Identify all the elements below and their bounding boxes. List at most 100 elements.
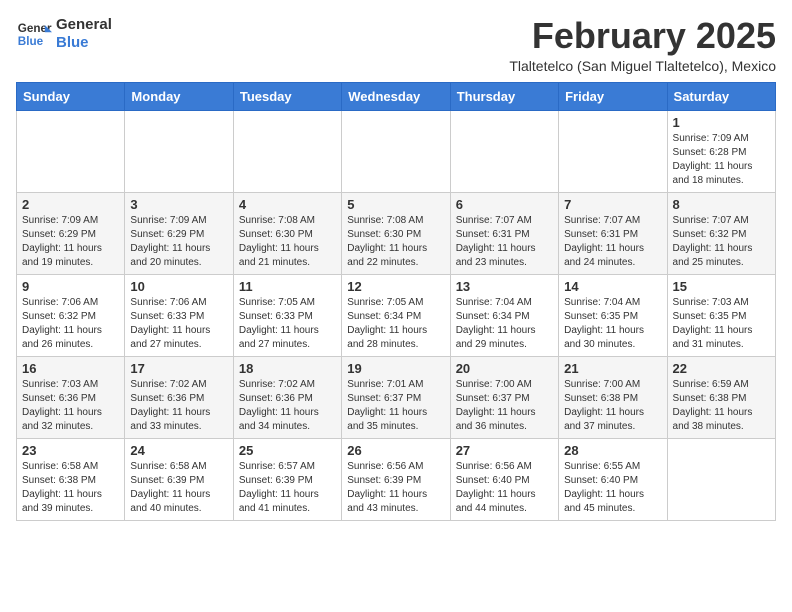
location-subtitle: Tlaltetelco (San Miguel Tlaltetelco), Me… [509,58,776,74]
day-info: Sunrise: 7:02 AM Sunset: 6:36 PM Dayligh… [239,378,336,434]
weekday-header-thursday: Thursday [450,82,558,110]
day-number: 10 [130,279,227,294]
day-number: 23 [22,443,119,458]
day-number: 15 [673,279,770,294]
day-info: Sunrise: 7:05 AM Sunset: 6:33 PM Dayligh… [239,296,336,352]
calendar-cell: 23 Sunrise: 6:58 AM Sunset: 6:38 PM Dayli… [17,438,125,520]
day-number: 21 [564,361,661,376]
calendar-cell: 27 Sunrise: 6:56 AM Sunset: 6:40 PM Dayli… [450,438,558,520]
calendar-cell: 11Sunrise: 7:05 AM Sunset: 6:33 PM Dayli… [233,274,341,356]
day-info: Sunrise: 7:08 AM Sunset: 6:30 PM Dayligh… [347,214,444,270]
calendar-cell: 15 Sunrise: 7:03 AM Sunset: 6:35 PM Dayli… [667,274,775,356]
calendar-cell: 2 Sunrise: 7:09 AM Sunset: 6:29 PM Daylig… [17,192,125,274]
calendar-cell [559,110,667,192]
day-number: 26 [347,443,444,458]
day-number: 16 [22,361,119,376]
day-number: 12 [347,279,444,294]
day-info: Sunrise: 7:04 AM Sunset: 6:34 PM Dayligh… [456,296,553,352]
day-info: Sunrise: 6:56 AM Sunset: 6:40 PM Dayligh… [456,460,553,516]
calendar-cell: 6 Sunrise: 7:07 AM Sunset: 6:31 PM Daylig… [450,192,558,274]
logo-icon: General Blue [16,16,52,52]
weekday-header-tuesday: Tuesday [233,82,341,110]
day-info: Sunrise: 7:09 AM Sunset: 6:29 PM Dayligh… [130,214,227,270]
calendar-cell [342,110,450,192]
calendar-week-row: 1 Sunrise: 7:09 AM Sunset: 6:28 PM Daylig… [17,110,776,192]
day-number: 24 [130,443,227,458]
calendar-cell: 26 Sunrise: 6:56 AM Sunset: 6:39 PM Dayli… [342,438,450,520]
day-info: Sunrise: 7:07 AM Sunset: 6:31 PM Dayligh… [564,214,661,270]
calendar-cell: 3 Sunrise: 7:09 AM Sunset: 6:29 PM Daylig… [125,192,233,274]
calendar-cell: 14Sunrise: 7:04 AM Sunset: 6:35 PM Dayli… [559,274,667,356]
calendar-cell: 21 Sunrise: 7:00 AM Sunset: 6:38 PM Dayli… [559,356,667,438]
day-info: Sunrise: 7:03 AM Sunset: 6:35 PM Dayligh… [673,296,770,352]
calendar-week-row: 9Sunrise: 7:06 AM Sunset: 6:32 PM Daylig… [17,274,776,356]
calendar-cell: 4Sunrise: 7:08 AM Sunset: 6:30 PM Daylig… [233,192,341,274]
day-number: 4 [239,197,336,212]
day-info: Sunrise: 7:06 AM Sunset: 6:33 PM Dayligh… [130,296,227,352]
day-number: 25 [239,443,336,458]
calendar-cell: 24 Sunrise: 6:58 AM Sunset: 6:39 PM Dayli… [125,438,233,520]
day-info: Sunrise: 7:01 AM Sunset: 6:37 PM Dayligh… [347,378,444,434]
calendar-cell: 22 Sunrise: 6:59 AM Sunset: 6:38 PM Dayli… [667,356,775,438]
logo-blue: Blue [56,34,112,52]
calendar-cell [233,110,341,192]
day-number: 3 [130,197,227,212]
day-info: Sunrise: 6:57 AM Sunset: 6:39 PM Dayligh… [239,460,336,516]
day-number: 13 [456,279,553,294]
calendar-cell: 19 Sunrise: 7:01 AM Sunset: 6:37 PM Dayli… [342,356,450,438]
calendar-cell: 18 Sunrise: 7:02 AM Sunset: 6:36 PM Dayli… [233,356,341,438]
calendar-cell: 13 Sunrise: 7:04 AM Sunset: 6:34 PM Dayli… [450,274,558,356]
calendar-cell: 7 Sunrise: 7:07 AM Sunset: 6:31 PM Daylig… [559,192,667,274]
day-info: Sunrise: 7:07 AM Sunset: 6:32 PM Dayligh… [673,214,770,270]
weekday-header-saturday: Saturday [667,82,775,110]
day-number: 1 [673,115,770,130]
calendar-cell: 28Sunrise: 6:55 AM Sunset: 6:40 PM Dayli… [559,438,667,520]
day-info: Sunrise: 6:55 AM Sunset: 6:40 PM Dayligh… [564,460,661,516]
day-info: Sunrise: 7:09 AM Sunset: 6:29 PM Dayligh… [22,214,119,270]
day-number: 27 [456,443,553,458]
day-number: 9 [22,279,119,294]
weekday-header-sunday: Sunday [17,82,125,110]
day-info: Sunrise: 6:58 AM Sunset: 6:39 PM Dayligh… [130,460,227,516]
day-number: 7 [564,197,661,212]
logo: General Blue General Blue [16,16,112,52]
calendar-cell: 5 Sunrise: 7:08 AM Sunset: 6:30 PM Daylig… [342,192,450,274]
calendar-cell: 1 Sunrise: 7:09 AM Sunset: 6:28 PM Daylig… [667,110,775,192]
day-number: 20 [456,361,553,376]
day-number: 5 [347,197,444,212]
day-info: Sunrise: 7:07 AM Sunset: 6:31 PM Dayligh… [456,214,553,270]
day-info: Sunrise: 7:00 AM Sunset: 6:38 PM Dayligh… [564,378,661,434]
day-info: Sunrise: 6:58 AM Sunset: 6:38 PM Dayligh… [22,460,119,516]
day-number: 22 [673,361,770,376]
day-info: Sunrise: 7:03 AM Sunset: 6:36 PM Dayligh… [22,378,119,434]
day-number: 18 [239,361,336,376]
calendar-cell [667,438,775,520]
day-info: Sunrise: 7:05 AM Sunset: 6:34 PM Dayligh… [347,296,444,352]
day-number: 17 [130,361,227,376]
calendar-cell: 16 Sunrise: 7:03 AM Sunset: 6:36 PM Dayli… [17,356,125,438]
calendar-cell: 10 Sunrise: 7:06 AM Sunset: 6:33 PM Dayli… [125,274,233,356]
weekday-header-friday: Friday [559,82,667,110]
day-info: Sunrise: 6:56 AM Sunset: 6:39 PM Dayligh… [347,460,444,516]
day-number: 2 [22,197,119,212]
weekday-header-wednesday: Wednesday [342,82,450,110]
calendar-week-row: 16 Sunrise: 7:03 AM Sunset: 6:36 PM Dayli… [17,356,776,438]
day-info: Sunrise: 7:00 AM Sunset: 6:37 PM Dayligh… [456,378,553,434]
title-block: February 2025 Tlaltetelco (San Miguel Tl… [509,16,776,74]
day-number: 19 [347,361,444,376]
day-info: Sunrise: 6:59 AM Sunset: 6:38 PM Dayligh… [673,378,770,434]
calendar-cell: 8 Sunrise: 7:07 AM Sunset: 6:32 PM Daylig… [667,192,775,274]
logo-general: General [56,16,112,34]
calendar-cell: 25 Sunrise: 6:57 AM Sunset: 6:39 PM Dayli… [233,438,341,520]
weekday-header-monday: Monday [125,82,233,110]
calendar-cell: 9Sunrise: 7:06 AM Sunset: 6:32 PM Daylig… [17,274,125,356]
calendar-cell: 12 Sunrise: 7:05 AM Sunset: 6:34 PM Dayli… [342,274,450,356]
calendar-cell: 17 Sunrise: 7:02 AM Sunset: 6:36 PM Dayli… [125,356,233,438]
calendar-week-row: 23 Sunrise: 6:58 AM Sunset: 6:38 PM Dayli… [17,438,776,520]
day-info: Sunrise: 7:02 AM Sunset: 6:36 PM Dayligh… [130,378,227,434]
calendar-week-row: 2 Sunrise: 7:09 AM Sunset: 6:29 PM Daylig… [17,192,776,274]
day-number: 8 [673,197,770,212]
day-info: Sunrise: 7:09 AM Sunset: 6:28 PM Dayligh… [673,132,770,188]
day-number: 6 [456,197,553,212]
day-number: 14 [564,279,661,294]
